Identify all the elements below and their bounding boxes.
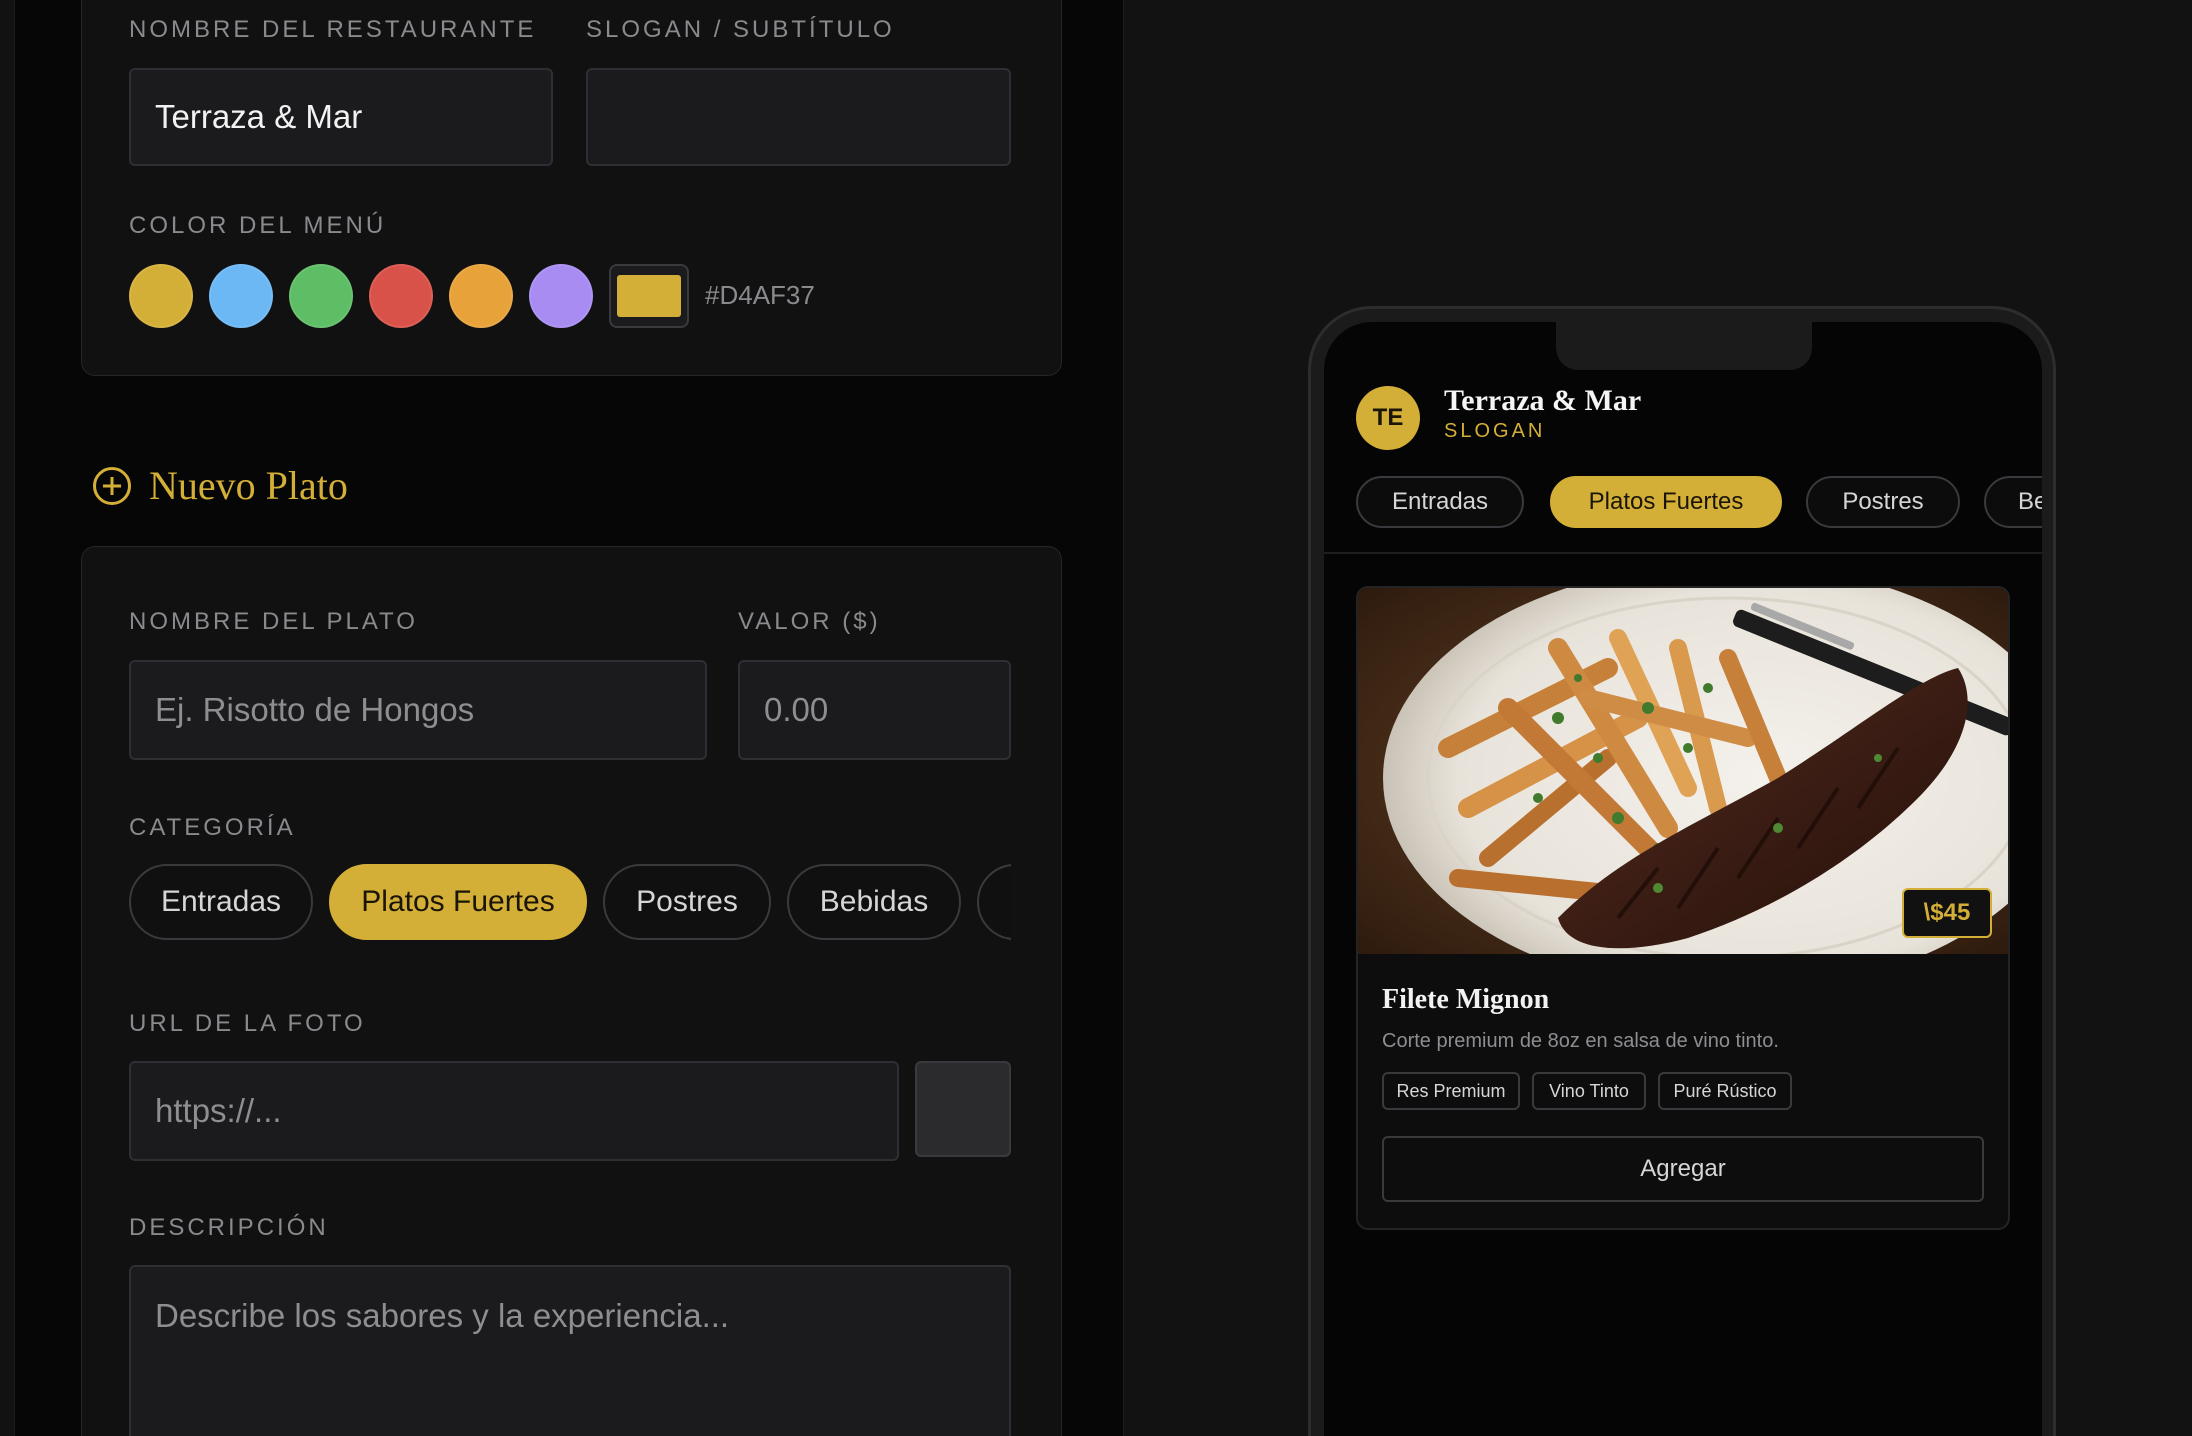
dish-title: Filete Mignon [1382, 984, 1550, 1015]
swatch-red[interactable] [369, 264, 433, 328]
menu-color-label: COLOR DEL MENÚ [129, 212, 387, 239]
phone-notch [1556, 322, 1812, 370]
category-chip-postres[interactable]: Postres [603, 864, 771, 940]
preview-restaurant-name: Terraza & Mar [1444, 384, 1642, 417]
photo-preview-thumbnail [915, 1061, 1011, 1157]
swatch-orange[interactable] [449, 264, 513, 328]
dish-card: \$45 Filete Mignon Corte premium de 8oz … [1356, 586, 2010, 1230]
swatch-blue[interactable] [209, 264, 273, 328]
add-to-order-button[interactable]: Agregar [1382, 1136, 1984, 1202]
category-label: CATEGORÍA [129, 814, 296, 841]
restaurant-name-label: NOMBRE DEL RESTAURANTE [129, 16, 537, 43]
new-dish-heading: Nuevo Plato [93, 462, 348, 509]
category-chip-entradas[interactable]: Entradas [129, 864, 313, 940]
slogan-label: SLOGAN / SUBTÍTULO [586, 16, 895, 43]
custom-color-fill [617, 275, 681, 317]
slogan-input[interactable] [586, 68, 1011, 166]
dish-description: Corte premium de 8oz en salsa de vino ti… [1382, 1030, 1779, 1052]
category-chip-row: Entradas Platos Fuertes Postres Bebidas [129, 864, 1011, 942]
description-textarea[interactable]: Describe los sabores y la experiencia... [129, 1265, 1011, 1436]
photo-url-label: URL DE LA FOTO [129, 1010, 366, 1037]
dish-tag: Res Premium [1382, 1072, 1520, 1110]
swatch-gold[interactable] [129, 264, 193, 328]
preview-category-row: Entradas Platos Fuertes Postres Be [1356, 476, 2042, 530]
category-chip-more[interactable] [977, 864, 1011, 940]
editor-panel: NOMBRE DEL RESTAURANTE Terraza & Mar SLO… [14, 0, 1124, 1436]
plus-circle-icon [93, 466, 131, 505]
new-dish-title: Nuevo Plato [149, 463, 348, 508]
color-hex-label: #D4AF37 [705, 280, 815, 310]
price-label: VALOR ($) [738, 608, 881, 635]
photo-url-input[interactable]: https://... [129, 1061, 899, 1161]
preview-slogan: SLOGAN [1444, 420, 1546, 442]
preview-divider [1324, 552, 2042, 554]
swatch-purple[interactable] [529, 264, 593, 328]
preview-chip-entradas[interactable]: Entradas [1356, 476, 1524, 528]
dish-tag: Vino Tinto [1532, 1072, 1646, 1110]
price-input[interactable]: 0.00 [738, 660, 1011, 760]
custom-color-picker[interactable] [609, 264, 689, 328]
dish-name-label: NOMBRE DEL PLATO [129, 608, 418, 635]
description-label: DESCRIPCIÓN [129, 1214, 329, 1241]
swatch-green[interactable] [289, 264, 353, 328]
dish-name-input[interactable]: Ej. Risotto de Hongos [129, 660, 707, 760]
restaurant-avatar: TE [1356, 386, 1420, 450]
category-chip-platos-fuertes[interactable]: Platos Fuertes [329, 864, 587, 940]
restaurant-name-input[interactable]: Terraza & Mar [129, 68, 553, 166]
preview-chip-bebidas[interactable]: Be [1984, 476, 2042, 528]
preview-chip-postres[interactable]: Postres [1806, 476, 1960, 528]
preview-chip-platos-fuertes[interactable]: Platos Fuertes [1550, 476, 1782, 528]
dish-tag: Puré Rústico [1658, 1072, 1792, 1110]
dish-price-badge: \$45 [1902, 888, 1992, 938]
category-chip-bebidas[interactable]: Bebidas [787, 864, 961, 940]
